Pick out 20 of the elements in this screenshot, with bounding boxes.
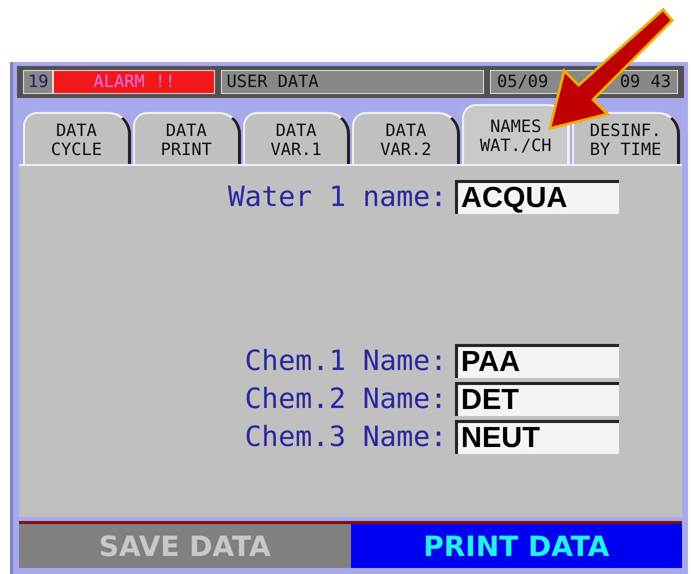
- input-field[interactable]: DET: [455, 382, 619, 416]
- screen-number: 19: [23, 70, 54, 94]
- tab[interactable]: DATA VAR.1: [242, 112, 350, 164]
- tab[interactable]: NAMES WAT./CH: [462, 104, 570, 164]
- tab[interactable]: DATA CYCLE: [23, 112, 131, 164]
- screen-title: USER DATA: [221, 70, 484, 94]
- field-label: Water 1 name:: [226, 180, 447, 214]
- alarm-indicator: ALARM !!: [53, 70, 216, 94]
- input-field[interactable]: ACQUA: [455, 180, 619, 214]
- time-text: 09 43: [620, 71, 671, 93]
- date-text: 05/09: [497, 71, 548, 93]
- tab[interactable]: DATA VAR.2: [352, 112, 460, 164]
- tab[interactable]: DATA PRINT: [132, 112, 241, 164]
- input-field[interactable]: PAA: [455, 344, 619, 378]
- tab[interactable]: DESINF. BY TIME: [572, 112, 680, 164]
- input-field[interactable]: NEUT: [455, 420, 619, 454]
- print-button[interactable]: PRINT DATA: [350, 524, 682, 568]
- field-label: Chem.3 Name:: [244, 420, 447, 454]
- field-label: Chem.1 Name:: [244, 344, 447, 378]
- field-label: Chem.2 Name:: [244, 382, 447, 416]
